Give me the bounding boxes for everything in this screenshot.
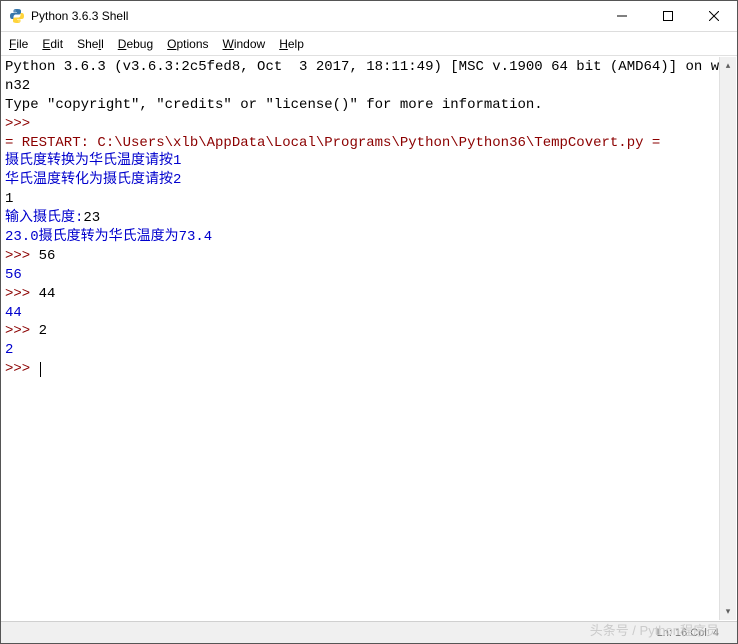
restart-line: = RESTART: C:\Users\xlb\AppData\Local\Pr… (5, 135, 660, 151)
user-input: 56 (39, 248, 56, 264)
output: 2 (5, 342, 13, 358)
prompt: >>> (5, 248, 39, 264)
menu-shell[interactable]: Shell (77, 37, 104, 51)
prompt: >>> (5, 116, 39, 132)
prompt-celsius: 输入摄氏度: (5, 210, 83, 226)
window-title: Python 3.6.3 Shell (31, 9, 599, 23)
statusbar: Ln: 16 Col: 4 (1, 621, 737, 643)
text-cursor (40, 362, 41, 377)
prompt: >>> (5, 361, 39, 377)
output: 56 (5, 267, 22, 283)
cursor-position: Ln: 16 Col: 4 (657, 627, 719, 639)
window-controls (599, 1, 737, 31)
prompt: >>> (5, 286, 39, 302)
python-icon (9, 8, 25, 24)
menu-help[interactable]: Help (279, 37, 304, 51)
menu-file[interactable]: File (9, 37, 28, 51)
console-area[interactable]: Python 3.6.3 (v3.6.3:2c5fed8, Oct 3 2017… (1, 56, 737, 621)
output-f2c: 华氏温度转化为摄氏度请按2 (5, 172, 181, 188)
scroll-up-button[interactable]: ▴ (720, 57, 736, 74)
maximize-button[interactable] (645, 1, 691, 31)
vertical-scrollbar[interactable]: ▴ ▾ (719, 57, 736, 620)
minimize-button[interactable] (599, 1, 645, 31)
result-line: 23.0摄氏度转为华氏温度为73.4 (5, 229, 212, 245)
prompt: >>> (5, 323, 39, 339)
menu-options[interactable]: Options (167, 37, 208, 51)
close-button[interactable] (691, 1, 737, 31)
output: 44 (5, 305, 22, 321)
header-line-1: Python 3.6.3 (v3.6.3:2c5fed8, Oct 3 2017… (5, 59, 728, 94)
output-c2f: 摄氏度转换为华氏温度请按1 (5, 153, 181, 169)
user-input-choice: 1 (5, 191, 13, 207)
header-line-2: Type "copyright", "credits" or "license(… (5, 97, 543, 113)
user-input: 2 (39, 323, 47, 339)
user-input: 44 (39, 286, 56, 302)
scroll-down-button[interactable]: ▾ (720, 603, 736, 620)
menu-edit[interactable]: Edit (42, 37, 63, 51)
user-input-celsius: 23 (83, 210, 100, 226)
menu-window[interactable]: Window (223, 37, 266, 51)
menu-debug[interactable]: Debug (118, 37, 153, 51)
titlebar: Python 3.6.3 Shell (1, 1, 737, 32)
menubar: File Edit Shell Debug Options Window Hel… (1, 32, 737, 56)
